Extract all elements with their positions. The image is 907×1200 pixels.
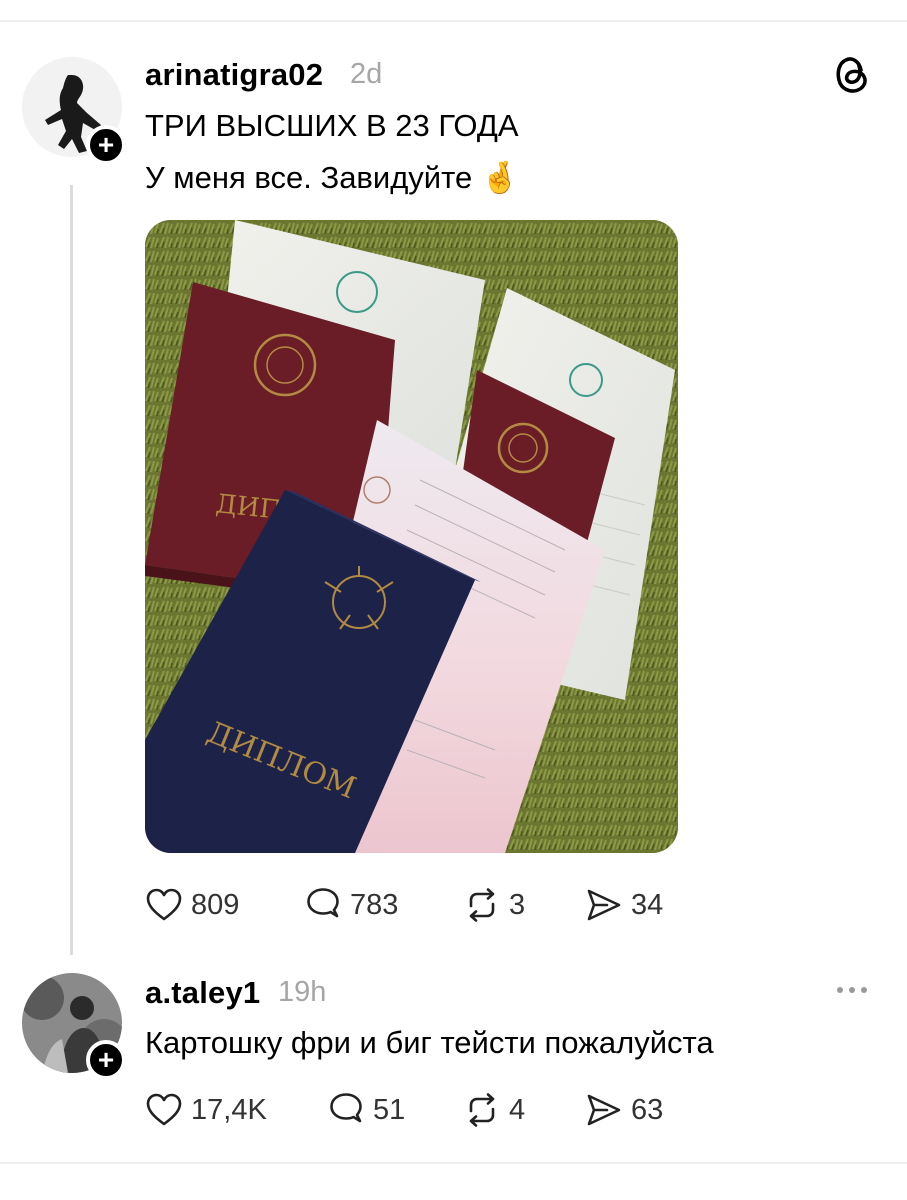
like-button[interactable]: 809: [145, 885, 239, 925]
top-divider: [0, 20, 907, 22]
reply-button[interactable]: 783: [304, 885, 398, 925]
reply-count: 783: [350, 888, 399, 921]
post-text-line1: ТРИ ВЫСШИХ В 23 ГОДА: [145, 108, 519, 143]
follow-button[interactable]: +: [86, 125, 126, 165]
repost-icon: [469, 888, 495, 922]
thread-line: [70, 185, 73, 955]
post-text-line2-text: У меня все. Завидуйте: [145, 160, 473, 195]
plus-icon: +: [97, 129, 115, 160]
heart-icon: [146, 888, 182, 921]
repost-count: 3: [509, 888, 526, 921]
share-count: 34: [631, 888, 664, 921]
reply-share-button[interactable]: 63: [585, 1090, 663, 1130]
post-username[interactable]: arinatigra02: [145, 57, 323, 93]
reply-repost-count: 4: [509, 1093, 526, 1126]
comment-icon: [330, 1093, 362, 1123]
crossed-fingers-emoji: 🤞: [480, 160, 520, 195]
reply-share-count: 63: [631, 1093, 664, 1126]
repost-button[interactable]: 3: [463, 885, 525, 925]
bottom-divider: [0, 1162, 907, 1164]
post-time: 2d: [350, 58, 383, 90]
heart-icon: [146, 1093, 182, 1126]
reply-username[interactable]: a.taley1: [145, 975, 260, 1011]
reply-follow-button[interactable]: +: [86, 1040, 126, 1080]
plus-icon: +: [97, 1044, 115, 1075]
reply-reply-button[interactable]: 51: [327, 1090, 405, 1130]
reply-reply-count: 51: [373, 1093, 406, 1126]
share-button[interactable]: 34: [585, 885, 663, 925]
reply-text: Картошку фри и биг тейсти пожалуйста: [145, 1025, 714, 1060]
reply-like-button[interactable]: 17,4K: [145, 1090, 267, 1130]
more-icon[interactable]: [832, 980, 872, 1000]
send-icon: [587, 1094, 621, 1126]
post-text-line2: У меня все. Завидуйте 🤞: [145, 158, 519, 198]
like-count: 809: [191, 888, 240, 921]
reply-time: 19h: [278, 976, 327, 1008]
reply-like-count: 17,4K: [191, 1093, 267, 1126]
post-image[interactable]: ДИПЛО ДИПЛОМ: [145, 220, 678, 853]
reply-repost-button[interactable]: 4: [463, 1090, 525, 1130]
comment-icon: [307, 888, 339, 918]
send-icon: [587, 889, 621, 921]
repost-icon: [469, 1093, 495, 1127]
threads-icon[interactable]: [832, 52, 872, 96]
